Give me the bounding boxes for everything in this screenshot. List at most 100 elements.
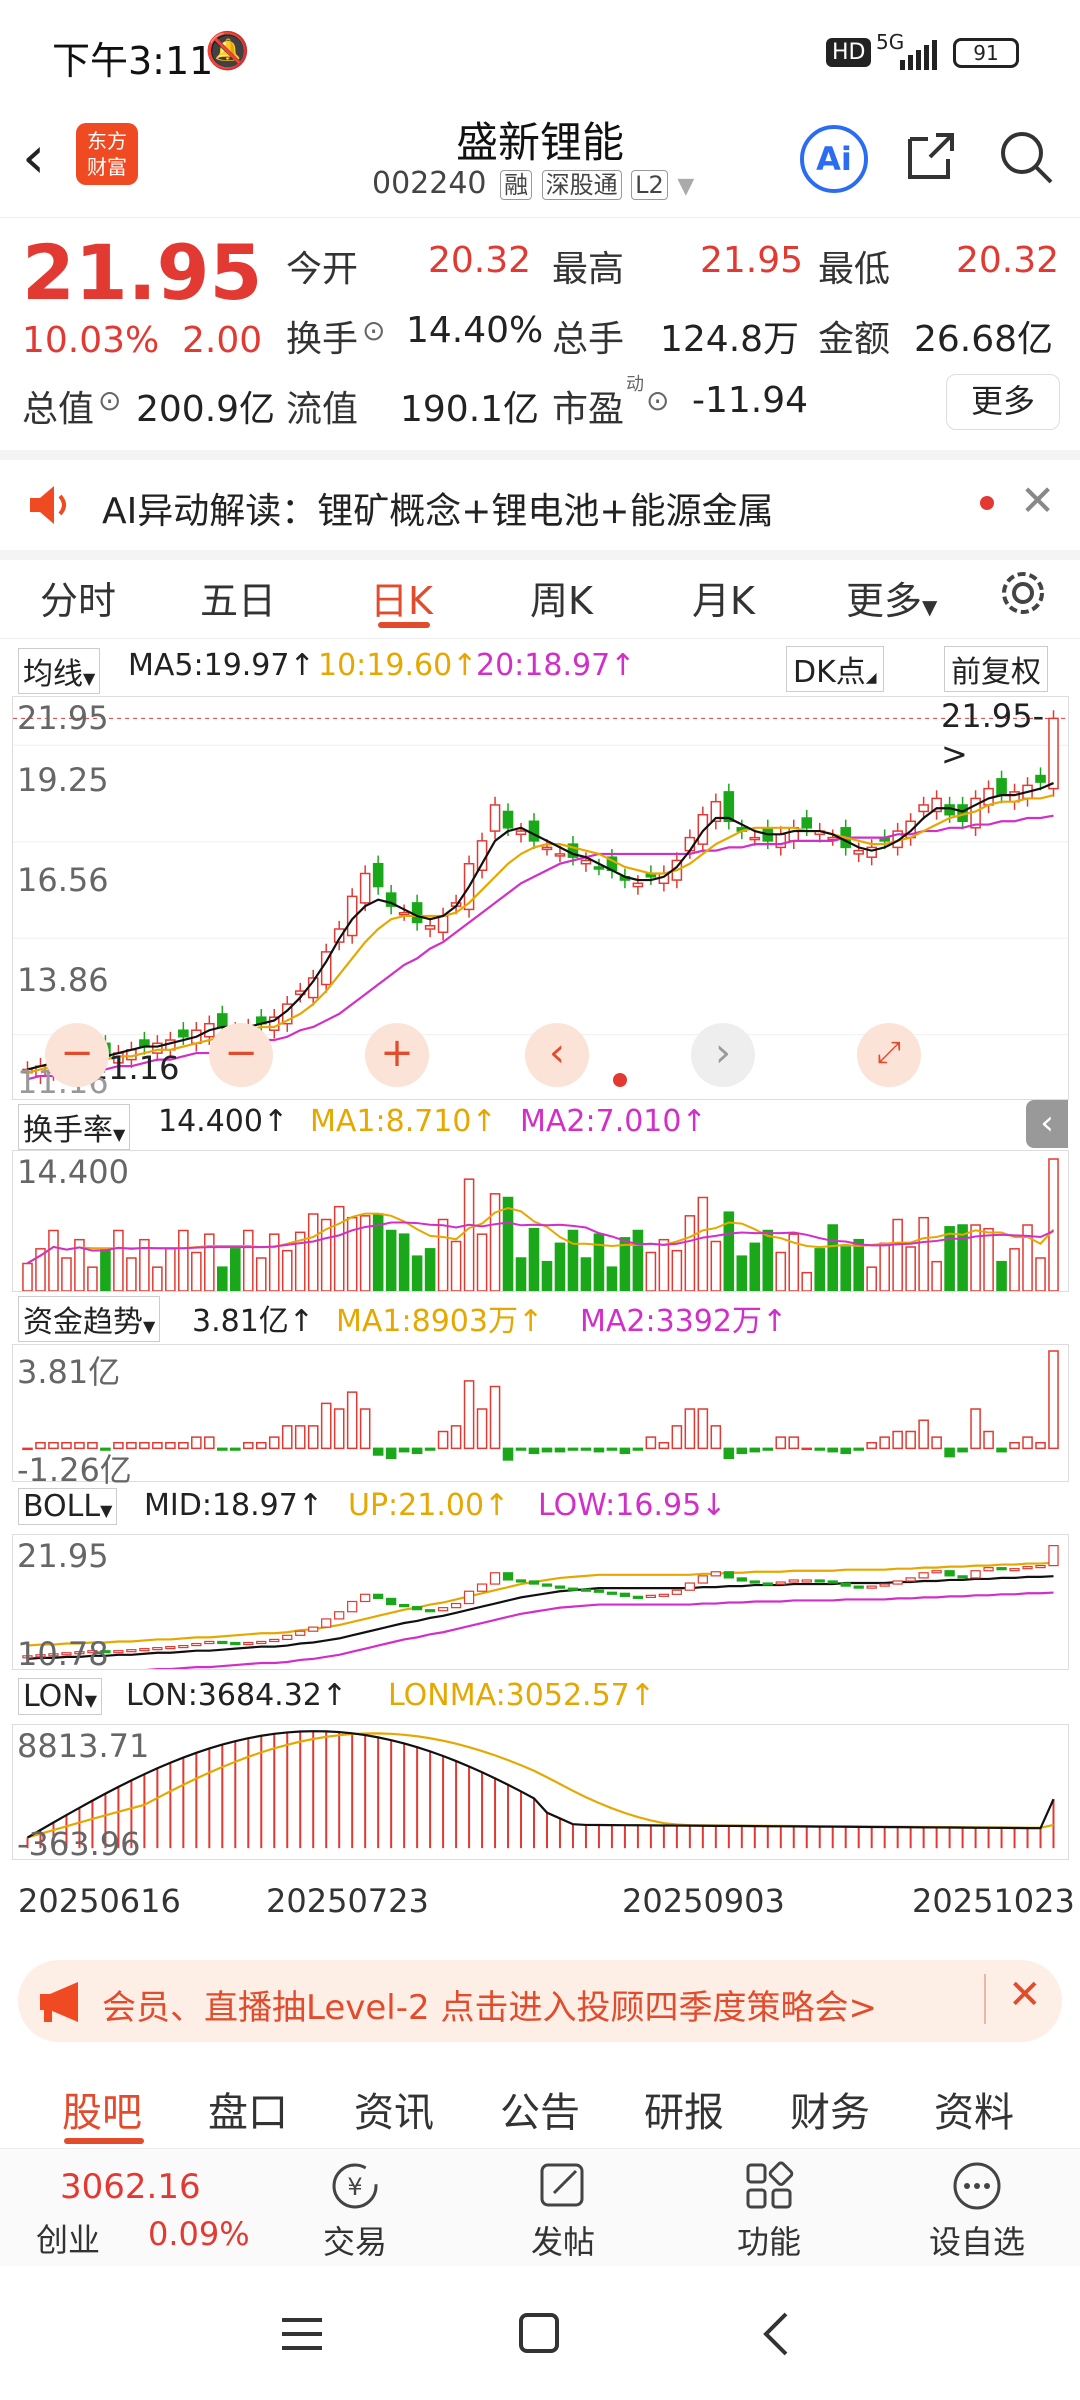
turnover-panel[interactable]: 14.400 <box>12 1150 1069 1292</box>
trade-label: 交易 <box>322 2223 387 2261</box>
tab-financials[interactable]: 财务 <box>790 2080 870 2138</box>
fund-bar <box>541 1447 553 1453</box>
fund-bar <box>411 1447 423 1455</box>
ma10-label-text: 10:19.60 <box>318 648 453 683</box>
ai-button[interactable]: Ai <box>800 125 868 193</box>
expand-icon[interactable]: ⤢ <box>857 1023 921 1087</box>
candle-body <box>996 778 1007 796</box>
info-icon[interactable]: ⊙ <box>646 384 669 417</box>
promo-banner[interactable]: 会员、直播抽Level-2 点击进入投顾四季度策略会> ✕ <box>18 1960 1062 2042</box>
tab-forum[interactable]: 股吧 <box>62 2080 142 2138</box>
tab-orderbook[interactable]: 盘口 <box>208 2080 288 2138</box>
tab-more[interactable]: 更多▼ <box>846 570 937 625</box>
boll-candle <box>139 1648 150 1652</box>
stock-code-row[interactable]: 002240 融 深股通 L2 ▼ <box>372 165 694 201</box>
turnover-value-text: 14.400 <box>158 1104 263 1139</box>
collapse-panel-icon[interactable]: ‹ <box>1026 1100 1068 1148</box>
zoom-out-icon[interactable]: − <box>209 1023 273 1087</box>
tab-research[interactable]: 研报 <box>644 2080 724 2138</box>
gear-icon[interactable] <box>998 568 1048 622</box>
boll-candle <box>749 1580 760 1584</box>
last-price-tag: 21.95-> <box>941 697 1045 773</box>
chevron-left-icon[interactable]: ‹ <box>525 1023 589 1087</box>
float-label: 流值 <box>286 389 359 430</box>
tab-profile[interactable]: 资料 <box>934 2080 1014 2138</box>
turnover-bar <box>853 1238 864 1292</box>
turnover-bar <box>333 1205 345 1292</box>
zoom-in-icon[interactable]: − <box>45 1023 109 1087</box>
kline-legend: 均线▼ MA5:19.97↑ 10:19.60↑ 20:18.97↑ DK点◢ … <box>12 644 1067 694</box>
candle-body <box>541 846 553 851</box>
add-watchlist-button[interactable]: 设自选 <box>912 2159 1042 2261</box>
boll-candle <box>580 1588 592 1592</box>
more-button[interactable]: 更多 <box>946 374 1060 430</box>
info-icon[interactable]: ⊙ <box>98 384 121 417</box>
candle-body <box>749 836 761 841</box>
current-dot <box>613 1073 627 1087</box>
close-icon[interactable]: ✕ <box>1020 476 1055 525</box>
lonma-line <box>27 1732 1054 1839</box>
home-icon[interactable] <box>518 2312 562 2360</box>
boll-candle <box>295 1630 306 1636</box>
boll-panel[interactable]: 21.95 10.78 <box>12 1534 1069 1677</box>
tab-monthly-k[interactable]: 月K <box>692 570 755 625</box>
dk-point-button[interactable]: DK点◢ <box>786 646 884 692</box>
tab-news[interactable]: 资讯 <box>354 2080 434 2138</box>
indicator-select[interactable]: 均线▼ <box>18 648 101 694</box>
boll-candle <box>970 1570 981 1579</box>
boll-candle <box>515 1579 527 1583</box>
info-icon[interactable]: ⊙ <box>362 314 385 347</box>
turnover-bar <box>814 1248 826 1292</box>
boll-indicator-select[interactable]: BOLL▼ <box>18 1488 118 1525</box>
dropdown-icon: ▼ <box>84 1691 98 1710</box>
turnover-bar <box>178 1229 189 1292</box>
active-tab-indicator <box>378 622 430 628</box>
tab-announcements[interactable]: 公告 <box>500 2080 580 2138</box>
fund-bar <box>762 1447 774 1451</box>
turnover-bar <box>87 1266 98 1292</box>
zoom-in-icon[interactable]: + <box>365 1023 429 1087</box>
boll-candle <box>788 1579 799 1583</box>
turnover-y-top: 14.400 <box>17 1153 129 1191</box>
kline-panel[interactable]: 21.95 19.25 16.56 13.86 21.95-> ←11.16 1… <box>12 696 1069 1101</box>
tab-weekly-k[interactable]: 周K <box>530 570 593 625</box>
turnover-indicator-label: 换手率 <box>23 1113 113 1148</box>
turnover-indicator-select[interactable]: 换手率▼ <box>18 1104 131 1150</box>
boll-candle <box>256 1640 267 1645</box>
adjust-button[interactable]: 前复权 <box>944 646 1048 692</box>
function-button[interactable]: 功能 <box>714 2159 824 2261</box>
tab-intraday[interactable]: 分时 <box>40 570 116 625</box>
tab-daily-k[interactable]: 日K <box>370 570 433 625</box>
index-widget[interactable]: 3062.16 创业 0.09% <box>0 2149 280 2267</box>
turnover-bar <box>658 1238 670 1292</box>
boll-candle <box>905 1577 916 1582</box>
tab-five-day[interactable]: 五日 <box>200 570 276 625</box>
back-icon[interactable] <box>756 2310 796 2362</box>
fund-panel[interactable]: 3.81亿 -1.26亿 <box>12 1344 1069 1489</box>
boll-candle <box>762 1582 773 1586</box>
boll-candle <box>437 1607 449 1612</box>
lon-indicator-select[interactable]: LON▼ <box>18 1678 103 1715</box>
fund-bar <box>463 1380 475 1450</box>
chevron-right-icon[interactable]: › <box>691 1023 755 1087</box>
turnover-value: 14.40% <box>406 310 544 351</box>
ai-banner[interactable]: AI异动解读：锂矿概念+锂电池+能源金属 ✕ <box>0 450 1080 560</box>
fund-bar <box>866 1441 877 1450</box>
candle-body <box>775 833 787 849</box>
mute-icon: 🔕 <box>205 31 250 72</box>
ma20-label-text: 20:18.97 <box>476 648 611 683</box>
menu-icon[interactable] <box>282 2314 326 2358</box>
pe-label: 市盈 <box>552 389 625 430</box>
share-icon[interactable] <box>900 127 960 191</box>
turnover-bar <box>113 1229 124 1292</box>
active-tab-indicator <box>64 2138 144 2144</box>
trade-button[interactable]: ¥ 交易 <box>300 2159 410 2261</box>
boll-candle <box>840 1582 851 1587</box>
search-icon[interactable] <box>996 127 1056 191</box>
dk-point-label: DK点 <box>793 655 866 690</box>
close-icon[interactable]: ✕ <box>1008 1972 1042 2018</box>
boll-candle <box>191 1642 202 1647</box>
post-button[interactable]: 发帖 <box>508 2159 618 2261</box>
fund-indicator-select[interactable]: 资金趋势▼ <box>18 1296 161 1342</box>
lon-panel[interactable]: 8813.71 -363.96 <box>12 1724 1069 1863</box>
